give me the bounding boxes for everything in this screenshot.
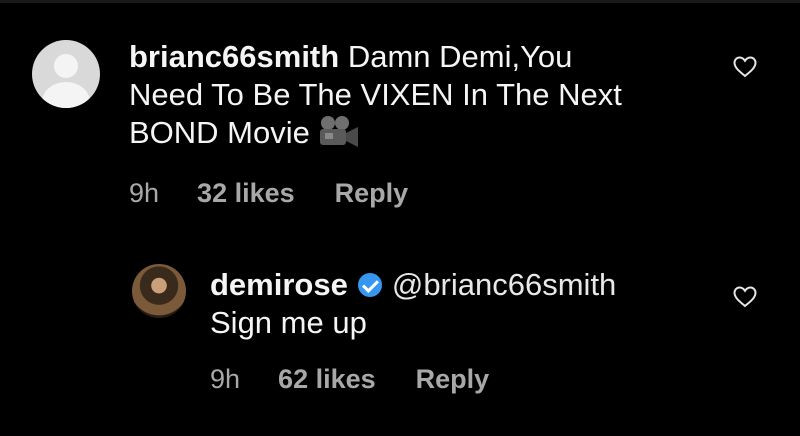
comment-likes[interactable]: 32 likes	[197, 178, 295, 209]
avatar[interactable]	[32, 40, 100, 108]
comment-username[interactable]: brianc66smith	[129, 39, 339, 74]
heart-outline-icon[interactable]	[733, 286, 757, 313]
comment-username[interactable]: demirose	[210, 267, 348, 302]
avatar-head-shape	[54, 54, 78, 78]
mention-link[interactable]: @brianc66smith	[392, 267, 616, 302]
comment-text: demirose @brianc66smith Sign me up	[210, 266, 730, 342]
comment-line-3: BOND Movie	[129, 115, 310, 150]
top-divider	[0, 0, 800, 3]
verified-badge-icon	[357, 273, 382, 297]
comment-text: brianc66smith Damn Demi,You Need To Be T…	[129, 38, 709, 158]
heart-outline-icon[interactable]	[733, 56, 757, 83]
reply-button[interactable]: Reply	[416, 364, 490, 395]
comment-meta: 9h 62 likes Reply	[210, 364, 489, 395]
movie-camera-icon	[316, 115, 360, 158]
comment-line-1: Damn Demi,You	[347, 39, 573, 74]
comment-time: 9h	[210, 364, 241, 394]
comment-line-2: Need To Be The VIXEN In The Next	[129, 77, 622, 112]
avatar-body-shape	[42, 82, 90, 108]
comment-likes[interactable]: 62 likes	[278, 364, 376, 395]
reply-button[interactable]: Reply	[335, 178, 409, 209]
comment-time: 9h	[129, 178, 160, 208]
avatar[interactable]	[132, 264, 186, 318]
comment-line-1: Sign me up	[210, 305, 367, 340]
comment-meta: 9h 32 likes Reply	[129, 178, 408, 209]
